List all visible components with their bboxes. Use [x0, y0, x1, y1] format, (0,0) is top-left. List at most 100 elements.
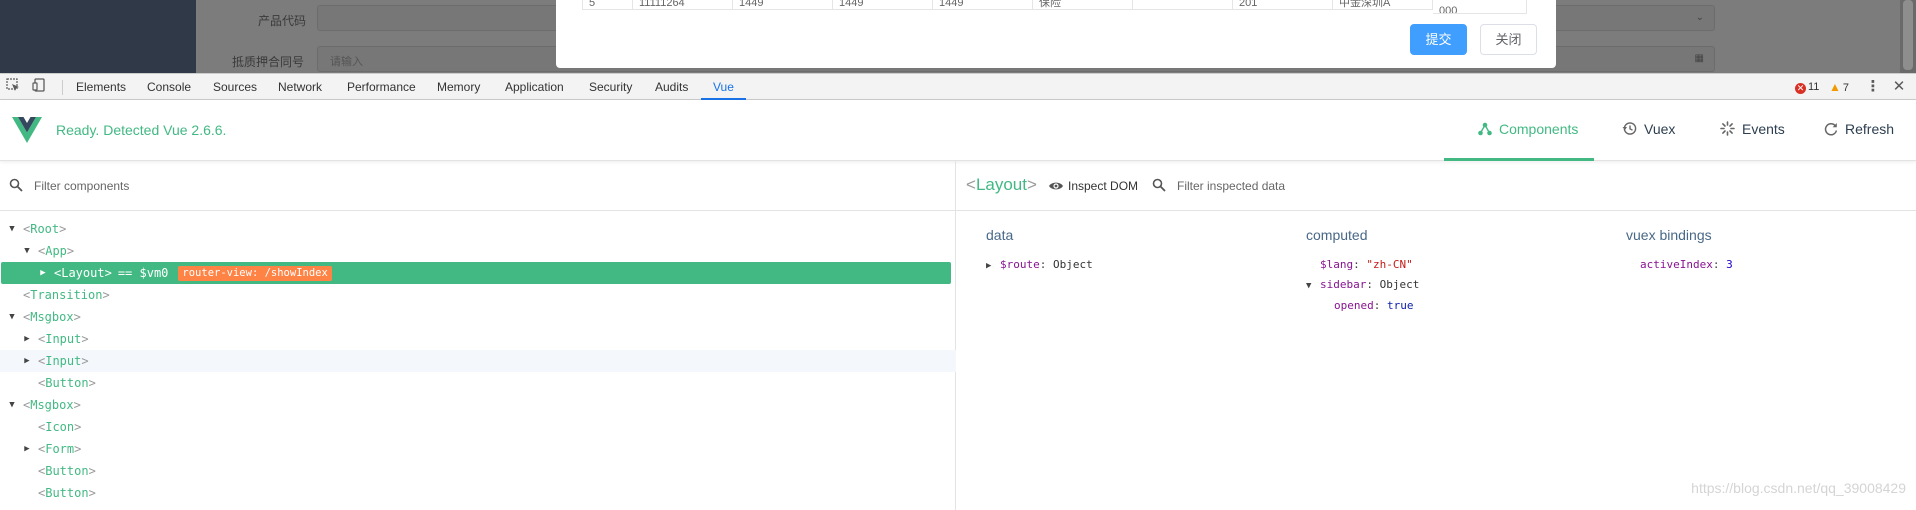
tree-node-layout[interactable]: ▶ <Layout> == $vm0 router-view: /showIndex — [1, 262, 951, 284]
tree-node-button[interactable]: <Button> — [0, 372, 956, 394]
more-options-icon[interactable]: ⋮ — [1864, 78, 1882, 96]
tree-node-button[interactable]: <Button> — [0, 482, 956, 504]
inspect-dom-label: Inspect DOM — [1068, 179, 1139, 193]
table-cell: 11111264 — [633, 0, 733, 10]
page-scrollbar-thumb[interactable] — [1903, 0, 1913, 70]
table-cell: 201 — [1233, 0, 1333, 10]
tab-security[interactable]: Security — [589, 74, 632, 100]
calendar-icon: ▦ — [1694, 53, 1704, 64]
expanded-caret-icon[interactable]: ▼ — [6, 394, 18, 416]
search-icon — [9, 178, 23, 192]
expanded-caret-icon[interactable]: ▼ — [6, 218, 18, 240]
vue-devtools-header: Ready. Detected Vue 2.6.6. Components Vu… — [0, 100, 1916, 161]
tab-vue[interactable]: Vue — [701, 74, 746, 100]
devtools-tabbar: Elements Console Sources Network Perform… — [0, 73, 1916, 100]
expanded-caret-icon[interactable]: ▼ — [21, 240, 33, 262]
inspect-element-icon[interactable] — [4, 78, 22, 96]
close-devtools-icon[interactable]: ✕ — [1890, 78, 1908, 96]
tab-events[interactable]: Events — [1720, 100, 1785, 161]
tab-components-label: Components — [1499, 121, 1579, 137]
tab-performance[interactable]: Performance — [347, 74, 416, 100]
tab-components[interactable]: Components — [1444, 100, 1594, 161]
vm-ref: == $vm0 — [117, 266, 169, 280]
tab-audits[interactable]: Audits — [655, 74, 688, 100]
expanded-caret-icon[interactable]: ▼ — [1306, 276, 1316, 296]
collapsed-caret-icon[interactable]: ▶ — [37, 262, 49, 284]
tree-node-label: <Form> — [38, 442, 82, 456]
toolbar-divider — [62, 80, 63, 95]
filter-inspected-data-input[interactable] — [1177, 176, 1477, 196]
tree-node-msgbox[interactable]: ▼ <Msgbox> — [0, 394, 956, 416]
collapsed-caret-icon[interactable]: ▶ — [986, 256, 996, 276]
page-scrollbar[interactable] — [1900, 0, 1916, 73]
tab-vuex-label: Vuex — [1644, 121, 1676, 137]
close-button[interactable]: 关闭 — [1480, 24, 1537, 55]
tree-node-label: <Input> — [38, 354, 89, 368]
table-cell: 5 — [583, 0, 633, 10]
collapsed-caret-icon[interactable]: ▶ — [21, 350, 33, 372]
expanded-caret-icon[interactable]: ▼ — [6, 306, 18, 328]
tab-sources[interactable]: Sources — [213, 74, 257, 100]
prop-route[interactable]: ▶ $route: Object — [986, 255, 1286, 276]
collapsed-caret-icon[interactable]: ▶ — [21, 438, 33, 460]
warning-icon: ▲ — [1829, 80, 1841, 94]
tree-node-icon[interactable]: <Icon> — [0, 416, 956, 438]
input-placeholder: 请输入 — [330, 56, 363, 68]
history-icon — [1622, 100, 1637, 159]
tab-elements[interactable]: Elements — [76, 74, 126, 100]
tab-network[interactable]: Network — [278, 74, 322, 100]
tree-node-label: <Button> — [38, 464, 96, 478]
prop-sidebar[interactable]: ▼ sidebar: Object — [1306, 275, 1606, 296]
table-cell: 1449 — [933, 0, 1033, 10]
warning-count-badge[interactable]: ▲ 7 — [1829, 80, 1849, 95]
vuex-bindings-section: vuex bindings activeIndex: 3 — [1626, 227, 1916, 275]
tree-node-button[interactable]: <Button> — [0, 460, 956, 482]
tab-application[interactable]: Application — [505, 74, 564, 100]
table-cell: 000 — [1433, 0, 1527, 14]
refresh-label: Refresh — [1845, 121, 1895, 137]
page-sidebar — [0, 0, 196, 73]
tree-node-transition[interactable]: <Transition> — [0, 284, 956, 306]
tree-node-root[interactable]: ▼ <Root> — [0, 218, 956, 240]
error-count: 11 — [1808, 81, 1820, 93]
inspector-pane: <Layout> Inspect DOM data ▶$route: Objec… — [956, 161, 1916, 510]
section-title: vuex bindings — [1626, 227, 1712, 243]
filter-components-input[interactable] — [34, 176, 434, 196]
tree-node-label: <Layout> == $vm0 router-view: /showIndex — [54, 262, 332, 284]
tree-node-app[interactable]: ▼ <App> — [0, 240, 956, 262]
tree-node-label: <Icon> — [38, 420, 82, 434]
submit-button[interactable]: 提交 — [1410, 24, 1467, 55]
table-cell: 1449 — [733, 0, 833, 10]
device-toolbar-icon[interactable] — [30, 78, 48, 96]
table-cell — [1133, 0, 1233, 10]
prop-active-index: activeIndex: 3 — [1640, 258, 1733, 271]
router-view-badge: router-view: /showIndex — [178, 266, 332, 281]
form-label-product-code: 产品代码 — [258, 14, 307, 28]
data-section: data ▶ $route: Object — [986, 227, 1286, 276]
tab-vuex[interactable]: Vuex — [1622, 100, 1675, 161]
tree-node-label: <App> — [38, 244, 75, 258]
table-cell: 中金深圳A — [1333, 0, 1433, 10]
tree-node-label: <Button> — [38, 486, 96, 500]
tree-node-input[interactable]: ▶ <Input> — [0, 350, 956, 372]
prop-opened: opened: true — [1334, 299, 1414, 312]
inspect-dom-button[interactable]: Inspect DOM — [1048, 179, 1138, 195]
tree-node-form[interactable]: ▶ <Form> — [0, 438, 956, 460]
tree-node-input[interactable]: ▶ <Input> — [0, 328, 956, 350]
tree-node-msgbox[interactable]: ▼ <Msgbox> — [0, 306, 956, 328]
search-icon — [1152, 178, 1166, 192]
inspected-component-title: <Layout> — [966, 175, 1037, 194]
computed-section: computed $lang: "zh-CN" ▼ sidebar: Object… — [1306, 227, 1606, 316]
error-count-badge[interactable]: ✕ 11 — [1795, 80, 1819, 94]
tab-console[interactable]: Console — [147, 74, 191, 100]
vue-ready-status: Ready. Detected Vue 2.6.6. — [56, 122, 227, 138]
components-icon — [1478, 100, 1492, 159]
tab-memory[interactable]: Memory — [437, 74, 480, 100]
refresh-icon — [1824, 100, 1838, 159]
refresh-button[interactable]: Refresh — [1824, 100, 1894, 161]
screen: 产品代码 ⌄ 抵质押合同号 请输入 ▦ 5 11111264 1449 1449… — [0, 0, 1916, 510]
collapsed-caret-icon[interactable]: ▶ — [21, 328, 33, 350]
tree-node-label: <Transition> — [23, 288, 110, 302]
dialog-table: 5 11111264 1449 1449 1449 保险 201 中金深圳A 0… — [582, 0, 1527, 14]
vue-logo-icon — [12, 117, 42, 143]
